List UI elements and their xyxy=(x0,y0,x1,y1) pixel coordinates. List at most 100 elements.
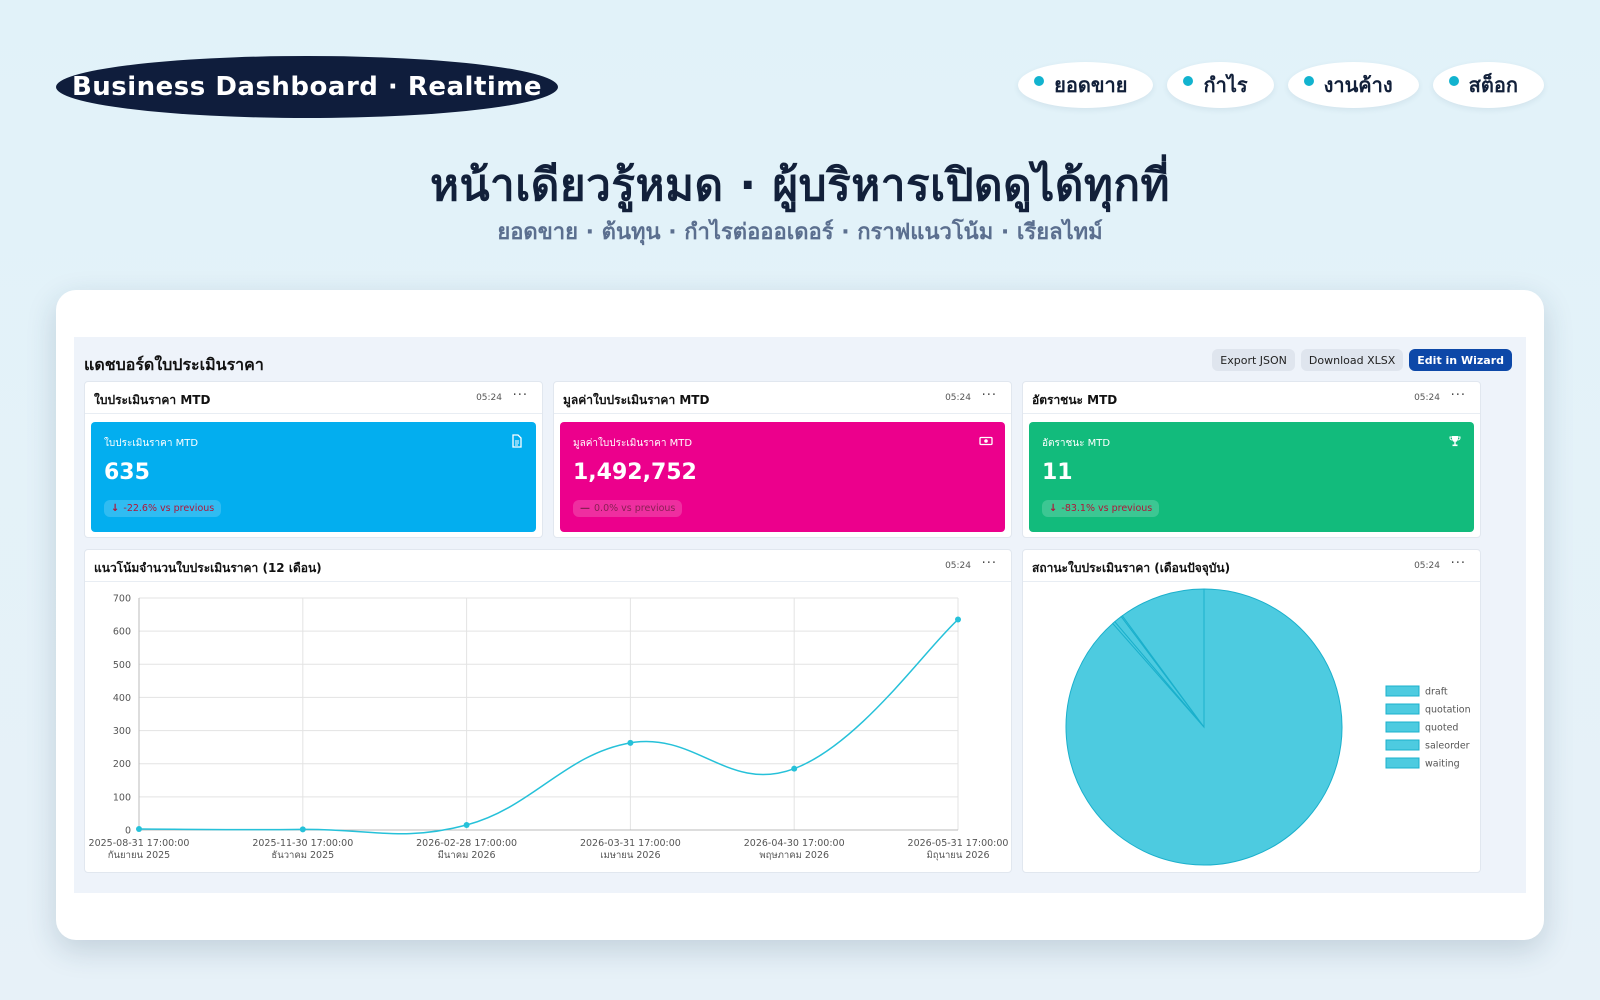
download-xlsx-button[interactable]: Download XLSX xyxy=(1300,349,1404,371)
kpi-delta-badge: ↓ -83.1% vs previous xyxy=(1042,500,1160,517)
trophy-icon xyxy=(1449,436,1461,447)
trend-line xyxy=(138,618,959,835)
edit-in-wizard-button[interactable]: Edit in Wizard xyxy=(1409,349,1512,371)
kpi-panel-quotes: ใบประเมินราคา MTD 05:24 ··· ใบประเมินราค… xyxy=(84,381,543,538)
legend-swatch xyxy=(1385,685,1420,697)
y-tick-label: 100 xyxy=(113,792,131,803)
dot-icon xyxy=(1183,76,1194,86)
data-point xyxy=(299,826,306,833)
panel-menu-button[interactable]: ··· xyxy=(982,556,997,571)
kpi-label: ใบประเมินราคา MTD xyxy=(104,438,199,449)
data-point xyxy=(791,765,798,772)
x-tick-sublabel: พฤษภาคม 2026 xyxy=(759,850,829,861)
panel-title: แนวโน้มจำนวนใบประเมินราคา (12 เดือน) xyxy=(94,561,322,575)
panel-title: อัตราชนะ MTD xyxy=(1032,393,1118,407)
tag-label: งานค้าง xyxy=(1323,73,1393,97)
pie-chart: draft quotation quoted saleorder waiting xyxy=(1065,588,1471,866)
legend-label: draft xyxy=(1425,687,1448,698)
x-tick-sublabel: ธันวาคม 2025 xyxy=(271,850,334,861)
kpi-delta-text: -22.6% vs previous xyxy=(123,503,215,514)
tag-label: ยอดขาย xyxy=(1054,73,1128,97)
x-tick-label: 2026-02-28 17:00:00 xyxy=(416,838,517,849)
dashboard: แดชบอร์ดใบประเมินราคา Export JSON Downlo… xyxy=(74,337,1526,893)
money-icon xyxy=(979,436,993,446)
x-tick-sublabel: เมษายน 2026 xyxy=(600,850,660,861)
tag-label: สต็อก xyxy=(1468,73,1518,97)
dashboard-actions: Export JSON Download XLSX Edit in Wizard xyxy=(1212,349,1512,371)
x-tick-label: 2026-03-31 17:00:00 xyxy=(580,838,681,849)
kpi-panel-win-rate: อัตราชนะ MTD 05:24 ··· อัตราชนะ MTD 11 ↓… xyxy=(1022,381,1481,538)
x-tick-sublabel: มิถุนายน 2026 xyxy=(926,850,989,861)
kpi-card: มูลค่าใบประเมินราคา MTD 1,492,752 — 0.0% … xyxy=(560,422,1005,532)
y-tick-label: 400 xyxy=(113,693,131,704)
status-chart-panel: สถานะใบประเมินราคา (เดือนปัจจุบัน) 05:24… xyxy=(1022,549,1481,873)
kpi-panel-quote-value: มูลค่าใบประเมินราคา MTD 05:24 ··· มูลค่า… xyxy=(553,381,1012,538)
panel-header: มูลค่าใบประเมินราคา MTD 05:24 ··· xyxy=(554,382,1011,414)
tag-profit: กำไร xyxy=(1167,62,1274,108)
panel-time: 05:24 xyxy=(1414,393,1440,403)
y-tick-label: 200 xyxy=(113,759,131,770)
panel-time: 05:24 xyxy=(945,561,971,571)
legend-swatch xyxy=(1385,757,1420,769)
kpi-delta-text: 0.0% vs previous xyxy=(594,503,676,514)
legend-label: quotation xyxy=(1425,705,1471,716)
kpi-delta-badge: ↓ -22.6% vs previous xyxy=(104,500,222,517)
kpi-label: มูลค่าใบประเมินราคา MTD xyxy=(573,438,693,449)
kpi-card: ใบประเมินราคา MTD 635 ↓ -22.6% vs previou… xyxy=(91,422,536,532)
data-point xyxy=(955,616,961,623)
x-tick-label: 2026-04-30 17:00:00 xyxy=(744,838,845,849)
document-icon xyxy=(512,434,522,448)
panel-header: แนวโน้มจำนวนใบประเมินราคา (12 เดือน) 05:… xyxy=(85,550,1011,582)
kpi-label: อัตราชนะ MTD xyxy=(1042,438,1111,449)
panel-time: 05:24 xyxy=(945,393,971,403)
panel-time: 05:24 xyxy=(476,393,502,403)
x-tick-label: 2026-05-31 17:00:00 xyxy=(908,838,1009,849)
x-tick-label: 2025-11-30 17:00:00 xyxy=(252,838,353,849)
tag-stock: สต็อก xyxy=(1432,62,1544,108)
legend-swatch xyxy=(1385,739,1420,751)
kpi-value: 635 xyxy=(104,460,150,485)
feature-tags: ยอดขาย กำไร งานค้าง สต็อก xyxy=(1018,62,1544,108)
y-tick-label: 600 xyxy=(113,627,131,638)
kpi-delta-text: -83.1% vs previous xyxy=(1061,503,1153,514)
panel-header: สถานะใบประเมินราคา (เดือนปัจจุบัน) 05:24… xyxy=(1023,550,1480,582)
legend-label: waiting xyxy=(1425,759,1460,770)
trend-chart-panel: แนวโน้มจำนวนใบประเมินราคา (12 เดือน) 05:… xyxy=(84,549,1012,873)
x-tick-sublabel: มีนาคม 2026 xyxy=(438,849,496,861)
data-point xyxy=(136,826,142,833)
data-point xyxy=(463,822,470,829)
panel-title: สถานะใบประเมินราคา (เดือนปัจจุบัน) xyxy=(1032,561,1231,575)
line-chart: 0 100 200 300 400 500 600 700 2025-08-31 17:00:0… xyxy=(89,594,1009,862)
legend-label: quoted xyxy=(1425,723,1458,734)
y-tick-label: 0 xyxy=(125,826,131,837)
tag-backlog: งานค้าง xyxy=(1287,62,1419,108)
legend-swatch xyxy=(1385,721,1420,733)
panel-menu-button[interactable]: ··· xyxy=(1451,388,1466,403)
y-tick-label: 700 xyxy=(113,594,131,605)
panel-menu-button[interactable]: ··· xyxy=(513,388,528,403)
dashboard-title: แดชบอร์ดใบประเมินราคา xyxy=(84,355,264,374)
dash-icon: — xyxy=(580,503,590,514)
panel-title: มูลค่าใบประเมินราคา MTD xyxy=(563,393,710,407)
panel-menu-button[interactable]: ··· xyxy=(982,388,997,403)
hero-title: หน้าเดียวรู้หมด · ผู้บริหารเปิดดูได้ทุกท… xyxy=(429,160,1171,211)
legend-label: saleorder xyxy=(1425,741,1470,752)
dot-icon xyxy=(1034,76,1045,86)
panel-header: อัตราชนะ MTD 05:24 ··· xyxy=(1023,382,1480,414)
panel-title: ใบประเมินราคา MTD xyxy=(94,393,211,407)
x-tick-label: 2025-08-31 17:00:00 xyxy=(89,838,190,849)
y-tick-label: 500 xyxy=(113,660,131,671)
panel-header: ใบประเมินราคา MTD 05:24 ··· xyxy=(85,382,542,414)
y-tick-label: 300 xyxy=(113,726,131,737)
kpi-delta-badge: — 0.0% vs previous xyxy=(573,500,683,517)
tag-sales: ยอดขาย xyxy=(1018,62,1154,108)
kpi-card: อัตราชนะ MTD 11 ↓ -83.1% vs previous xyxy=(1029,422,1474,532)
kpi-value: 1,492,752 xyxy=(573,460,697,485)
x-tick-sublabel: กันยายน 2025 xyxy=(108,850,170,861)
legend-swatch xyxy=(1385,703,1420,715)
hero-subtitle: ยอดขาย · ต้นทุน · กำไรต่อออเดอร์ · กราฟแ… xyxy=(497,220,1103,245)
brand-title: Business Dashboard · Realtime xyxy=(56,56,558,118)
panel-menu-button[interactable]: ··· xyxy=(1451,556,1466,571)
export-json-button[interactable]: Export JSON xyxy=(1212,349,1295,371)
dot-icon xyxy=(1303,76,1314,86)
